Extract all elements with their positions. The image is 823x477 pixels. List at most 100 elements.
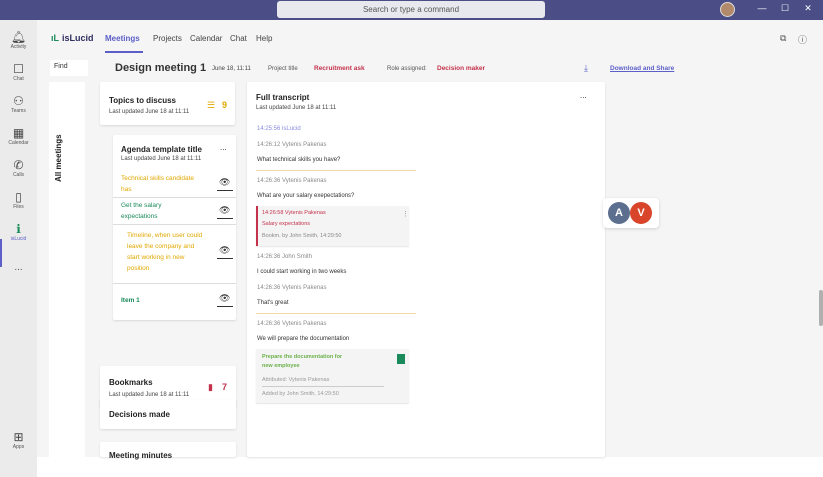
- transcript-timestamp: 14:25:56 isLucid: [257, 126, 301, 132]
- planner-icon[interactable]: [397, 354, 405, 364]
- eye-icon[interactable]: 👁︎: [219, 245, 230, 256]
- tab-calendar[interactable]: Calendar: [190, 34, 222, 43]
- agenda-title: Agenda template title: [121, 145, 202, 154]
- topics-updated: Last updated June 18 at 11:11: [109, 109, 190, 115]
- eye-icon[interactable]: 👁︎: [219, 205, 230, 216]
- tab-meetings[interactable]: Meetings: [105, 34, 140, 43]
- transcript-timestamp: 14:26:36 Vytenis Pakenas: [257, 321, 327, 327]
- annotation-label: Salary expectations: [262, 221, 310, 227]
- annotation-bar: [256, 206, 258, 246]
- role-value: Decision maker: [437, 65, 486, 72]
- scrollbar[interactable]: [819, 290, 823, 326]
- bookmarks-updated: Last updated June 18 at 11:11: [109, 392, 190, 398]
- main-area: ıL isLucid Meetings Projects Calendar Cha…: [37, 20, 823, 460]
- info-icon[interactable]: ⓘ: [798, 33, 807, 46]
- eye-icon[interactable]: 👁︎: [219, 177, 230, 188]
- bell-icon: 🔔︎: [10, 30, 27, 44]
- checklist-icon: ☰: [207, 100, 216, 110]
- transcript-timestamp: 14:26:36 Vytenis Pakenas: [257, 178, 327, 184]
- eye-underline: [217, 218, 233, 219]
- popout-icon[interactable]: ⧉: [780, 33, 786, 44]
- task-title: Prepare the documentation for: [262, 354, 343, 360]
- bookmarks-count: 7: [222, 382, 228, 392]
- divider: [113, 224, 236, 225]
- rail-item-calls[interactable]: ✆ Calls: [0, 158, 37, 178]
- decisions-card[interactable]: Decisions made: [100, 400, 236, 429]
- download-icon[interactable]: ⤓: [584, 63, 588, 74]
- transcript-updated: Last updated June 18 at 11:11: [256, 105, 337, 111]
- task-attributed: Attributed: Vytenis Pakenas: [262, 377, 330, 383]
- transcript-text[interactable]: I could start working in two weeks: [257, 269, 346, 275]
- rail-item-calendar[interactable]: ▦ Calendar: [0, 126, 37, 146]
- all-meetings-tab[interactable]: All meetings: [49, 82, 85, 457]
- transcript-panel: Full transcript Last updated June 18 at …: [247, 82, 605, 457]
- agenda-item[interactable]: Timeline, when user could leave the comp…: [127, 230, 202, 274]
- transcript-menu-button[interactable]: ...: [580, 91, 587, 100]
- participant-avatar[interactable]: V: [630, 202, 652, 224]
- rail-item-activity[interactable]: 🔔︎ Activity: [0, 30, 37, 50]
- task-annotation[interactable]: Prepare the documentation for new employ…: [256, 349, 409, 403]
- task-divider: [262, 386, 384, 387]
- transcript-timestamp: 14:26:36 John Smith: [257, 254, 313, 260]
- transcript-text[interactable]: That's great: [257, 300, 289, 306]
- islucid-icon: ℹ: [16, 222, 21, 236]
- tab-chat[interactable]: Chat: [230, 34, 247, 43]
- tab-active-indicator: [105, 51, 143, 53]
- agenda-item[interactable]: Technical skills candidate has: [121, 173, 194, 195]
- divider: [113, 197, 236, 198]
- project-label: Project title: [268, 66, 298, 72]
- search-input[interactable]: Search or type a command: [277, 1, 545, 18]
- download-share-link[interactable]: Download and Share: [610, 65, 674, 72]
- transcript-separator: [256, 170, 416, 171]
- transcript-text[interactable]: We will prepare the documentation: [257, 336, 349, 342]
- minimize-icon[interactable]: —: [754, 3, 770, 13]
- close-icon[interactable]: ✕: [800, 3, 816, 14]
- task-title: new employee: [262, 363, 300, 369]
- tab-help[interactable]: Help: [256, 34, 272, 43]
- user-avatar[interactable]: [720, 2, 735, 17]
- bookmark-annotation[interactable]: 14:26:58 Vytenis Pakenas Salary expectat…: [256, 206, 409, 246]
- bookmarks-title: Bookmarks: [109, 378, 153, 387]
- topics-card[interactable]: Topics to discuss Last updated June 18 a…: [100, 82, 235, 125]
- transcript-timestamp: 14:26:36 Vytenis Pakenas: [257, 285, 327, 291]
- eye-underline: [217, 258, 233, 259]
- minutes-title: Meeting minutes: [109, 451, 173, 460]
- find-input[interactable]: Find: [50, 60, 88, 76]
- eye-underline: [217, 306, 233, 307]
- bookmark-icon: ▮: [208, 382, 213, 392]
- annotation-by: Bookm. by John Smith, 14:29:50: [262, 233, 342, 239]
- transcript-text[interactable]: What are your salary exepectations?: [257, 193, 354, 199]
- rail-item-chat[interactable]: ☐ Chat: [0, 62, 37, 82]
- rail-item-files[interactable]: ▯ Files: [0, 190, 37, 210]
- agenda-item[interactable]: Item 1: [121, 295, 140, 306]
- minutes-card[interactable]: Meeting minutes: [100, 442, 236, 460]
- rail-item-teams[interactable]: ⚇ Teams: [0, 94, 37, 114]
- all-meetings-label: All meetings: [54, 134, 63, 182]
- task-added: Added by John Smith, 14:29:50: [262, 391, 339, 397]
- transcript-title: Full transcript: [256, 93, 310, 102]
- tab-projects[interactable]: Projects: [153, 34, 182, 43]
- topics-count: 9: [222, 100, 228, 110]
- rail-item-apps[interactable]: ⊞ Apps: [0, 430, 37, 450]
- transcript-text[interactable]: What technical skills you have?: [257, 157, 340, 163]
- annotation-more-icon[interactable]: ⋮: [402, 210, 409, 218]
- maximize-icon[interactable]: ☐: [777, 3, 793, 14]
- apps-icon: ⊞: [13, 430, 24, 444]
- rail-more-button[interactable]: ...: [0, 262, 37, 273]
- eye-icon[interactable]: 👁︎: [219, 293, 230, 304]
- participant-avatar[interactable]: A: [608, 202, 630, 224]
- agenda-updated: Last updated June 18 at 11:11: [121, 156, 202, 162]
- divider: [113, 283, 236, 284]
- app-logo: ıL isLucid: [51, 33, 94, 43]
- rail-item-islucid[interactable]: ℹ isLucid: [0, 222, 37, 242]
- agenda-item[interactable]: Get the salary expectations: [121, 200, 161, 222]
- transcript-timestamp: 14:26:12 Vytenis Pakenas: [257, 142, 327, 148]
- calendar-icon: ▦: [12, 126, 25, 140]
- participants-panel: A V: [603, 198, 659, 228]
- islucid-logo-icon: ıL: [51, 33, 59, 43]
- agenda-menu-button[interactable]: ...: [220, 143, 227, 152]
- decisions-title: Decisions made: [109, 410, 170, 419]
- teams-icon: ⚇: [13, 94, 24, 108]
- meeting-date: June 18, 11:11: [212, 66, 251, 72]
- agenda-card[interactable]: Agenda template title ... Last updated J…: [113, 135, 236, 320]
